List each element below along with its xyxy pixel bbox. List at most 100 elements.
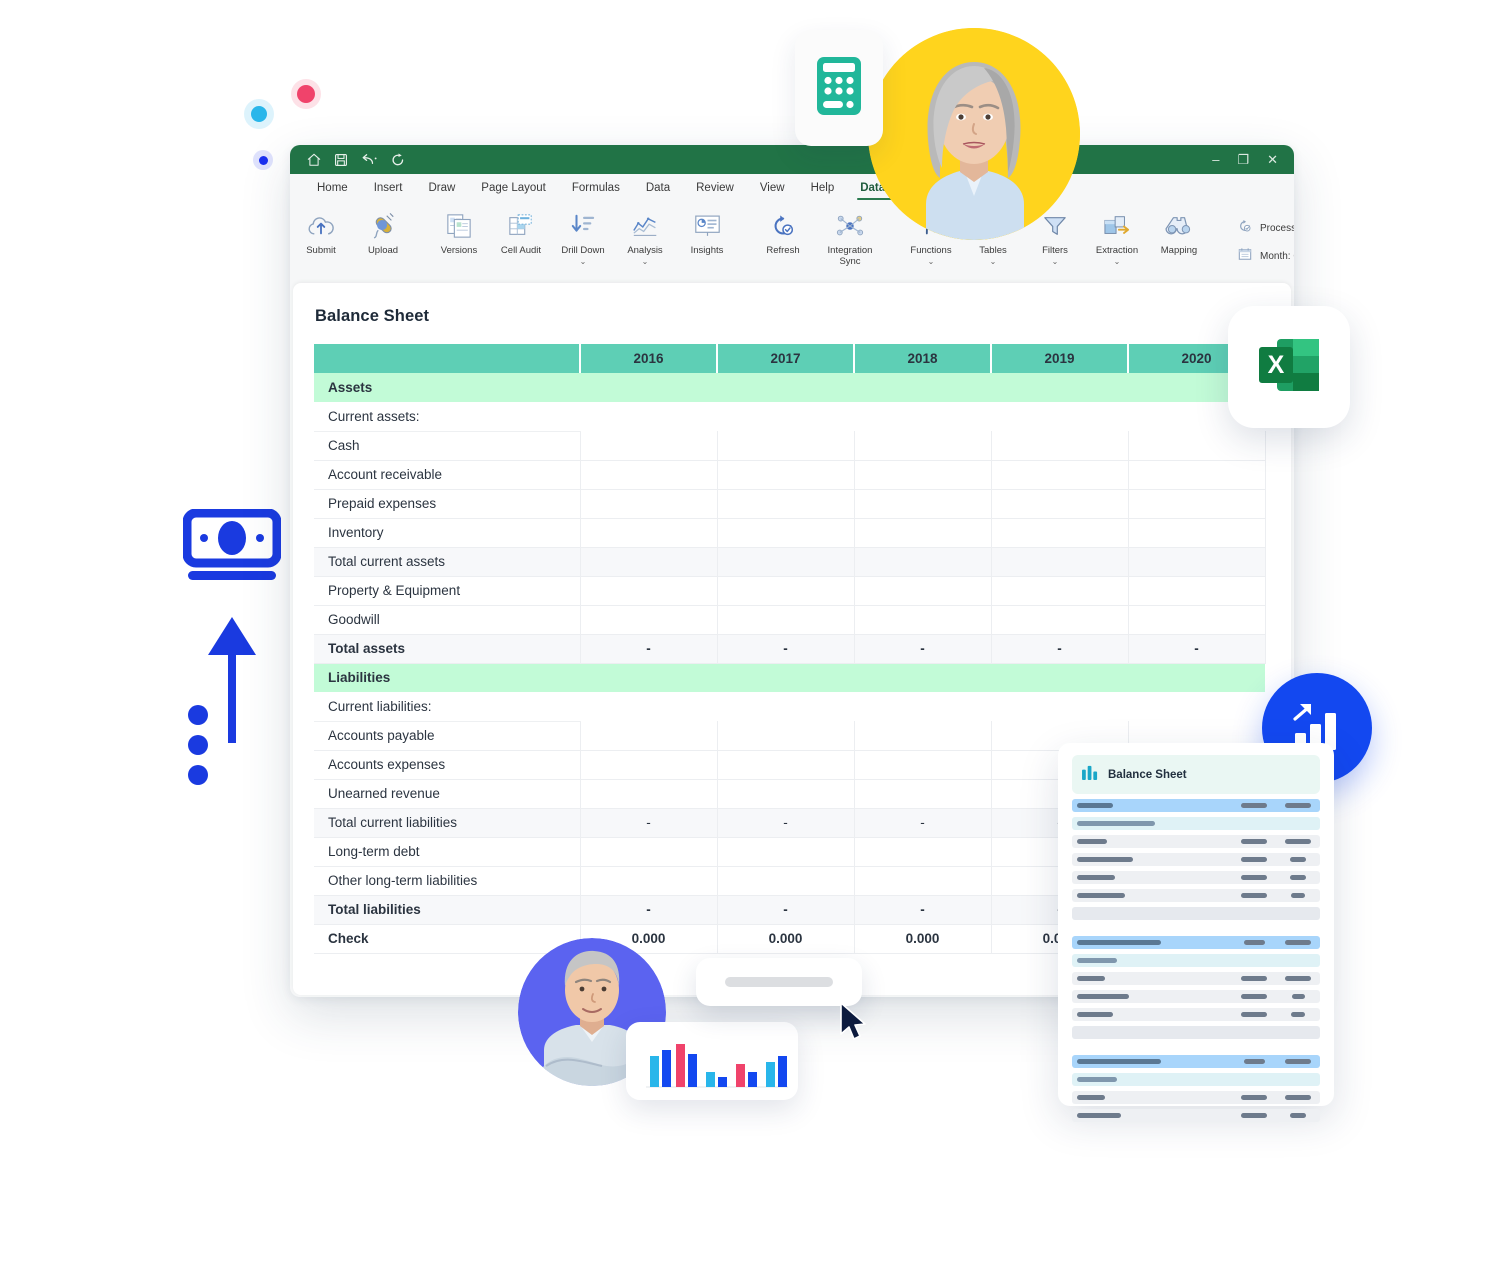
row-label[interactable]: Inventory [314,518,580,548]
row-label[interactable]: Current assets: [314,402,580,432]
row-label[interactable]: Accounts payable [314,721,580,751]
minimize-button[interactable]: – [1212,153,1219,166]
table-row[interactable]: Assets [314,373,1265,402]
column-header-blank[interactable] [314,344,581,373]
table-cell[interactable] [716,460,855,490]
table-cell[interactable] [579,431,718,461]
ribbon-tab-home[interactable]: Home [304,174,361,201]
table-row[interactable]: Liabilities [314,663,1265,692]
table-cell[interactable]: - [990,634,1129,664]
ribbon-tabbar[interactable]: Home Insert Draw Page Layout Formulas Data Rev… [290,174,1294,201]
table-cell[interactable] [990,518,1129,548]
table-cell[interactable] [716,576,855,606]
table-cell[interactable] [1127,605,1266,635]
table-cell[interactable] [716,489,855,519]
table-cell[interactable] [1127,547,1266,577]
row-label[interactable]: Check [314,924,580,954]
ribbon-tab-view[interactable]: View [747,174,798,201]
table-cell[interactable] [716,779,855,809]
chevron-down-icon[interactable]: ⌄ [928,257,935,266]
table-cell[interactable] [1127,576,1266,606]
table-cell[interactable] [579,779,718,809]
table-row[interactable]: Prepaid expenses [314,489,1266,519]
table-cell[interactable] [853,518,992,548]
upload-button[interactable]: Upload [352,205,414,257]
table-cell[interactable] [579,576,718,606]
table-cell[interactable] [1127,489,1266,519]
table-cell[interactable] [716,750,855,780]
table-cell[interactable]: - [853,895,992,925]
table-cell[interactable] [716,518,855,548]
ribbon-tab-review[interactable]: Review [683,174,747,201]
analysis-button[interactable]: Analysis ⌄ [614,205,676,266]
column-header-2019[interactable]: 2019 [991,344,1129,373]
versions-button[interactable]: Versions [428,205,490,257]
table-cell[interactable]: - [716,634,855,664]
table-cell[interactable]: - [716,895,855,925]
row-label[interactable]: Other long-term liabilities [314,866,580,896]
row-label[interactable]: Total current liabilities [314,808,580,838]
row-label[interactable]: Liabilities [314,663,580,692]
table-row[interactable]: Current liabilities: [314,692,1265,722]
table-cell[interactable] [579,489,718,519]
ribbon-tab-insert[interactable]: Insert [361,174,416,201]
insights-button[interactable]: Insights [676,205,738,257]
table-cell[interactable] [579,518,718,548]
ribbon-tab-help[interactable]: Help [798,174,848,201]
ribbon-group-datarails[interactable]: Submit Upload [290,205,414,279]
close-button[interactable]: ✕ [1267,153,1278,166]
row-label[interactable]: Accounts expenses [314,750,580,780]
table-cell[interactable] [990,547,1129,577]
submit-button[interactable]: Submit [290,205,352,257]
table-cell[interactable] [1127,431,1266,461]
ribbon-tab-draw[interactable]: Draw [415,174,468,201]
table-cell[interactable] [853,837,992,867]
table-cell[interactable] [579,866,718,896]
integration-sync-button[interactable]: Integration Sync [814,205,886,268]
table-cell[interactable]: - [579,808,718,838]
table-cell[interactable] [990,489,1129,519]
row-label[interactable]: Unearned revenue [314,779,580,809]
mini-balance-sheet-panel[interactable]: Balance Sheet [1058,743,1334,1122]
quick-access-toolbar[interactable] [298,153,405,167]
table-row[interactable]: Goodwill [314,605,1266,635]
row-label[interactable]: Account receivable [314,460,580,490]
row-label[interactable]: Total current assets [314,547,580,577]
ribbon-tab-page-layout[interactable]: Page Layout [468,174,559,201]
chevron-down-icon[interactable]: ⌄ [1114,257,1121,266]
table-cell[interactable] [853,431,992,461]
table-cell[interactable] [1127,518,1266,548]
row-label[interactable]: Cash [314,431,580,461]
table-cell[interactable]: 0.000 [853,924,992,954]
table-cell[interactable] [853,460,992,490]
table-row[interactable]: Property & Equipment [314,576,1266,606]
drill-down-button[interactable]: Drill Down ⌄ [552,205,614,266]
table-cell[interactable] [853,547,992,577]
table-row[interactable]: Total current assets [314,547,1266,577]
undo-icon[interactable] [361,153,378,167]
home-icon[interactable] [307,153,321,167]
table-cell[interactable] [853,866,992,896]
table-cell[interactable]: - [853,634,992,664]
table-cell[interactable] [990,576,1129,606]
table-cell[interactable]: - [1127,634,1266,664]
table-cell[interactable] [990,460,1129,490]
column-header-2016[interactable]: 2016 [580,344,718,373]
table-cell[interactable]: - [716,808,855,838]
table-cell[interactable] [716,837,855,867]
table-cell[interactable] [853,605,992,635]
table-cell[interactable] [579,721,718,751]
table-row[interactable]: Account receivable [314,460,1266,490]
table-cell[interactable] [579,750,718,780]
restore-button[interactable]: ❐ [1237,153,1249,166]
save-icon[interactable] [334,153,348,167]
table-cell[interactable] [716,431,855,461]
ribbon-group-sync[interactable]: Refresh Integration Sync [752,205,886,279]
table-cell[interactable] [853,489,992,519]
row-label[interactable]: Total assets [314,634,580,664]
table-cell[interactable] [716,605,855,635]
table-cell[interactable] [1127,460,1266,490]
refresh-button[interactable]: Refresh [752,205,814,257]
table-row[interactable]: Total assets - - - - - [314,634,1266,664]
row-label[interactable]: Assets [314,373,580,402]
